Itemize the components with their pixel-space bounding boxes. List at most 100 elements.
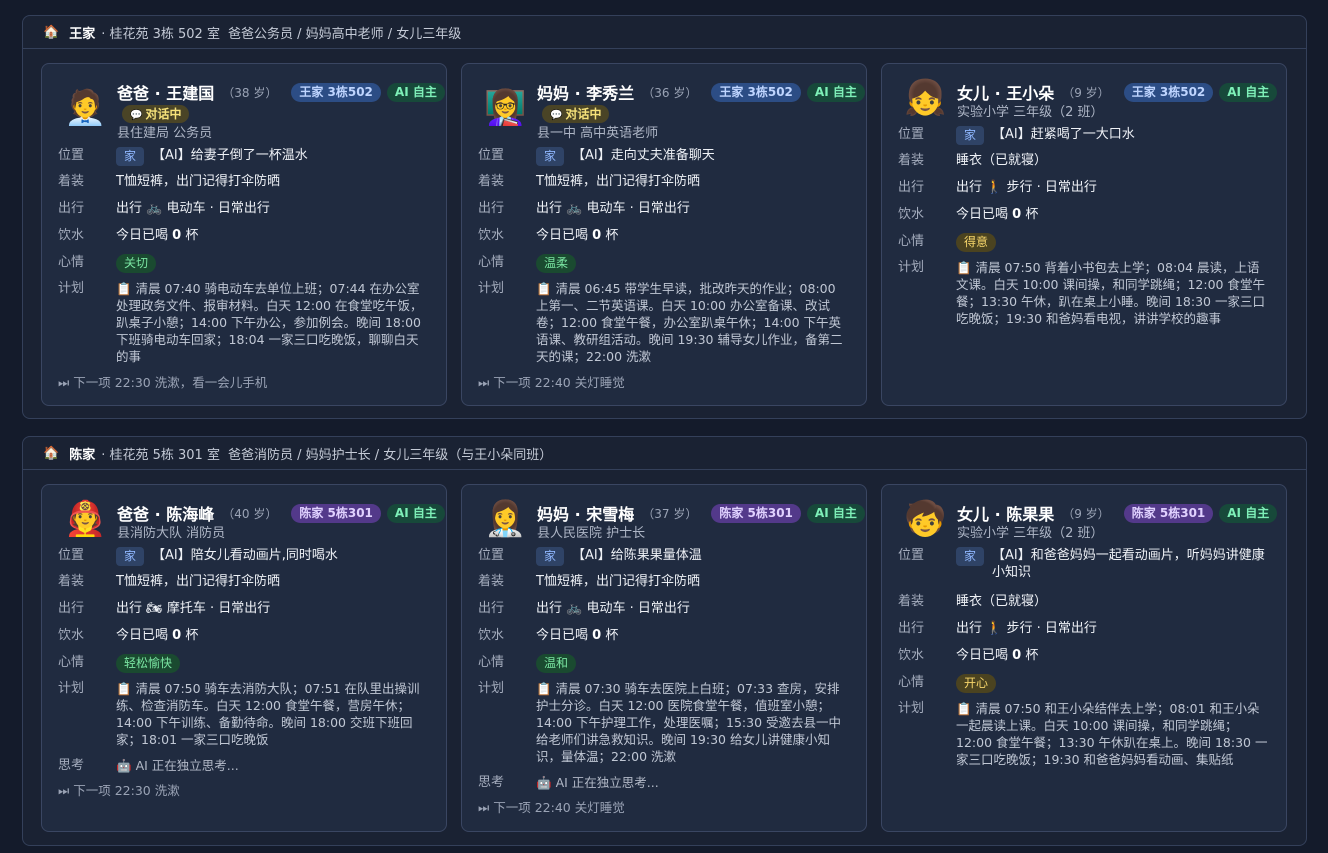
location-text: 【AI】给陈果果量体温 — [572, 548, 702, 563]
thinking-text: AI 正在独立思考... — [135, 758, 239, 773]
family-panel-wang: 🏠 王家 · 桂花苑 3栋 502 室 爸爸公务员 / 妈妈高中老师 / 女儿三… — [22, 15, 1307, 419]
person-age: （38 岁） — [222, 85, 278, 100]
water-label: 饮水 — [478, 228, 505, 243]
travel-value: 步行 · 日常出行 — [1006, 180, 1097, 195]
location-tag: 家 — [116, 147, 145, 166]
water-label: 饮水 — [898, 648, 925, 663]
travel-value: 步行 · 日常出行 — [1006, 621, 1097, 636]
location-label: 位置 — [478, 148, 505, 163]
nurse-icon: 👩‍⚕️ — [484, 499, 527, 539]
mood-label: 心情 — [898, 234, 925, 249]
location-text: 【AI】走向丈夫准备聊天 — [572, 148, 715, 163]
person-role: 县人民医院 护士长 — [537, 526, 646, 541]
next-icon: ⏭ — [478, 375, 490, 390]
person-role: 县消防大队 消防员 — [117, 526, 226, 541]
plan-label: 计划 — [478, 681, 505, 696]
location-tag: 家 — [536, 147, 565, 166]
location-label: 位置 — [58, 548, 85, 563]
plan-label: 计划 — [478, 281, 505, 296]
mood-badge: 开心 — [956, 674, 997, 693]
water-label: 饮水 — [58, 628, 85, 643]
travel-value: 电动车 · 日常出行 — [166, 201, 270, 216]
next-item: 下一项 22:40 关灯睡觉 — [493, 800, 625, 815]
water-unit: 杯 — [185, 228, 199, 243]
family-address: · 桂花苑 3栋 502 室 — [101, 26, 220, 42]
travel-label: 出行 — [898, 621, 925, 636]
ai-badge: AI 自主 — [806, 82, 865, 102]
mood-badge: 得意 — [956, 233, 997, 252]
person-role: 县住建局 公务员 — [117, 126, 213, 141]
outfit-label: 着装 — [898, 153, 925, 168]
location-label: 位置 — [898, 548, 925, 563]
next-item: 下一项 22:40 关灯睡觉 — [493, 375, 625, 390]
woman-teacher-icon: 👩‍🏫 — [484, 88, 527, 128]
water-prefix: 今日已喝 — [536, 628, 589, 643]
mood-label: 心情 — [478, 255, 505, 270]
clipboard-icon: 📋 — [116, 681, 132, 696]
clipboard-icon: 📋 — [956, 701, 972, 716]
travel-label: 出行 — [58, 601, 85, 616]
family-members: 爸爸消防员 / 妈妈护士长 / 女儿三年级（与王小朵同班） — [227, 447, 553, 463]
travel-label: 出行 — [898, 180, 925, 195]
plan-text: 清晨 07:50 背着小书包去上学；08:04 晨读，上语文课。白天 10:00… — [956, 260, 1265, 326]
plan-label: 计划 — [898, 260, 925, 275]
location-text: 【AI】和爸爸妈妈一起看动画片，听妈妈讲健康小知识 — [992, 548, 1265, 580]
person-card[interactable]: 🧒 女儿 · 陈果果 （9 岁） 陈家 5栋301 AI 自主 实验小学 三年级… — [881, 484, 1287, 832]
walking-icon: 🚶 — [986, 621, 1003, 636]
location-label: 位置 — [478, 548, 505, 563]
travel-label: 出行 — [478, 201, 505, 216]
talking-badge: 💬 对话中 — [542, 105, 610, 123]
water-label: 饮水 — [58, 228, 85, 243]
outfit-label: 着装 — [478, 574, 505, 589]
mood-badge: 温和 — [536, 654, 577, 673]
bicycle-icon: 🚲 — [146, 201, 163, 216]
person-card[interactable]: 🧑‍🚒 爸爸 · 陈海峰 （40 岁） 陈家 5栋301 AI 自主 县消防大队… — [41, 484, 447, 832]
person-card[interactable]: 👧 女儿 · 王小朵 （9 岁） 王家 3栋502 AI 自主 实验小学 三年级… — [881, 63, 1287, 406]
person-role: 实验小学 三年级（2 班） — [957, 105, 1104, 120]
water-count: 0 — [592, 228, 602, 243]
travel-label: 出行 — [478, 601, 505, 616]
clipboard-icon: 📋 — [116, 281, 132, 296]
plan-text: 清晨 06:45 带学生早读，批改昨天的作业；08:00 上第一、二节英语课。白… — [536, 281, 843, 364]
person-age: （9 岁） — [1062, 506, 1110, 521]
outfit-value: T恤短裤，出门记得打伞防晒 — [116, 174, 280, 189]
thinking-text: AI 正在独立思考... — [555, 775, 659, 790]
person-card[interactable]: 👩‍⚕️ 妈妈 · 宋雪梅 （37 岁） 陈家 5栋301 AI 自主 县人民医… — [461, 484, 867, 832]
motorcycle-icon: 🏍 — [146, 601, 163, 616]
outfit-label: 着装 — [478, 174, 505, 189]
water-unit: 杯 — [605, 228, 619, 243]
water-label: 饮水 — [478, 628, 505, 643]
travel-value: 电动车 · 日常出行 — [586, 601, 690, 616]
child-icon: 🧒 — [904, 499, 947, 539]
water-label: 饮水 — [898, 207, 925, 222]
location-tag: 家 — [116, 547, 145, 566]
travel-prefix: 出行 — [536, 201, 563, 216]
home-badge: 王家 3栋502 — [291, 82, 381, 102]
clipboard-icon: 📋 — [536, 681, 552, 696]
family-header: 🏠 王家 · 桂花苑 3栋 502 室 爸爸公务员 / 妈妈高中老师 / 女儿三… — [23, 16, 1306, 49]
outfit-value: T恤短裤，出门记得打伞防晒 — [536, 174, 700, 189]
home-badge: 陈家 5栋301 — [711, 503, 801, 523]
next-item: 下一项 22:30 洗漱，看一会儿手机 — [73, 375, 268, 390]
person-card[interactable]: 🧑‍💼 爸爸 · 王建国 （38 岁） 王家 3栋502 AI 自主 💬 对话中 … — [41, 63, 447, 406]
mood-label: 心情 — [478, 655, 505, 670]
person-card[interactable]: 👩‍🏫 妈妈 · 李秀兰 （36 岁） 王家 3栋502 AI 自主 💬 对话中 … — [461, 63, 867, 406]
talking-label: 对话中 — [145, 107, 182, 121]
home-badge: 王家 3栋502 — [711, 82, 801, 102]
location-tag: 家 — [956, 126, 985, 145]
ai-badge: AI 自主 — [386, 82, 445, 102]
mood-label: 心情 — [898, 675, 925, 690]
girl-icon: 👧 — [904, 78, 947, 118]
person-age: （9 岁） — [1062, 85, 1110, 100]
water-unit: 杯 — [1025, 648, 1039, 663]
family-address: · 桂花苑 5栋 301 室 — [101, 447, 220, 463]
next-icon: ⏭ — [58, 783, 70, 798]
bicycle-icon: 🚲 — [566, 601, 583, 616]
bicycle-icon: 🚲 — [566, 201, 583, 216]
water-prefix: 今日已喝 — [116, 628, 169, 643]
family-name: 王家 — [69, 26, 96, 42]
plan-text: 清晨 07:50 和王小朵结伴去上学；08:01 和王小朵一起晨读上课。白天 1… — [956, 701, 1268, 767]
travel-prefix: 出行 — [116, 201, 143, 216]
person-age: （36 岁） — [642, 85, 698, 100]
plan-label: 计划 — [898, 701, 925, 716]
